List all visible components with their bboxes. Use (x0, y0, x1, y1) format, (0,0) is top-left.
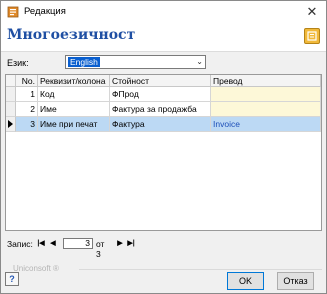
grid-corner-header (6, 75, 16, 87)
last-record-icon[interactable]: ▶| (126, 238, 136, 249)
language-dropdown[interactable]: English ⌄ (65, 55, 206, 69)
chevron-down-icon[interactable]: ⌄ (196, 56, 203, 68)
previous-record-icon[interactable]: ◀ (48, 238, 58, 249)
next-record-icon[interactable]: ▶ (115, 238, 125, 249)
record-label: Запис: (7, 239, 33, 249)
window-title: Редакция (24, 6, 66, 17)
table-cell-no[interactable]: 2 (16, 102, 38, 117)
row-indicator[interactable] (6, 87, 16, 102)
table-cell-value[interactable]: Фактура (110, 117, 211, 132)
table-cell-translation[interactable]: Invoice (211, 117, 321, 132)
cancel-button[interactable]: Отказ (277, 272, 314, 290)
table-cell-value[interactable]: Фактура за продажба (110, 102, 211, 117)
close-icon: ✕ (306, 4, 318, 19)
help-icon: ? (9, 274, 15, 284)
table-cell-no[interactable]: 3 (16, 117, 38, 132)
dialog-window: Редакция ✕ Многоезичност Език: English ⌄… (0, 0, 327, 294)
brand-text: Uniconsoft ® (13, 264, 59, 273)
first-record-icon[interactable]: |◀ (36, 238, 46, 249)
table-cell-field[interactable]: Код (38, 87, 110, 102)
column-header-field[interactable]: Реквизит/колона (38, 75, 110, 87)
column-header-translation[interactable]: Превод (211, 75, 321, 87)
row-indicator-current[interactable] (6, 117, 16, 132)
table-cell-no[interactable]: 1 (16, 87, 38, 102)
translation-grid: No. Реквизит/колона Стойност Превод 1 Ко… (5, 74, 322, 231)
document-icon-glyph (307, 31, 317, 41)
row-indicator[interactable] (6, 102, 16, 117)
title-bar[interactable]: Редакция ✕ (1, 1, 326, 23)
table-cell-value[interactable]: ФПрод (110, 87, 211, 102)
current-row-arrow-icon (8, 120, 13, 128)
ok-button[interactable]: OK (227, 272, 264, 290)
column-header-no[interactable]: No. (16, 75, 38, 87)
close-button[interactable]: ✕ (298, 1, 326, 23)
header-band: Многоезичност (1, 23, 326, 52)
form-edit-icon (7, 6, 19, 18)
page-title: Многоезичност (7, 27, 136, 43)
record-count: от 3 (96, 239, 105, 259)
table-cell-field[interactable]: Име (38, 102, 110, 117)
table-cell-field[interactable]: Име при печат (38, 117, 110, 132)
language-label: Език: (7, 58, 29, 68)
table-cell-translation[interactable] (211, 87, 321, 102)
column-header-value[interactable]: Стойност (110, 75, 211, 87)
divider (79, 269, 322, 270)
language-selected-value: English (68, 57, 100, 67)
current-record-input[interactable]: 3 (63, 238, 93, 249)
table-cell-translation[interactable] (211, 102, 321, 117)
help-button[interactable]: ? (5, 272, 19, 286)
document-icon[interactable] (304, 28, 320, 44)
